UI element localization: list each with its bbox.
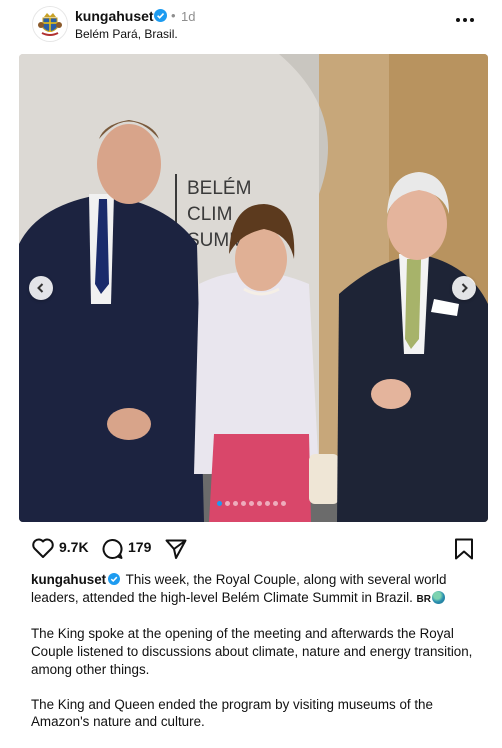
carousel-dot xyxy=(240,501,246,506)
carousel-dot xyxy=(216,501,222,506)
globe-emoji-icon xyxy=(432,590,445,604)
chevron-right-icon xyxy=(461,283,468,293)
post-location[interactable]: Belém Pará, Brasil. xyxy=(75,27,178,41)
flag-emoji-text: BR xyxy=(416,593,431,605)
caption-paragraph-2: The King spoke at the opening of the mee… xyxy=(31,626,473,677)
save-bookmark-icon[interactable] xyxy=(453,537,475,561)
more-options-icon[interactable] xyxy=(455,15,475,25)
carousel-dot xyxy=(224,501,230,506)
backdrop-text: BELÉM xyxy=(187,178,251,199)
royal-crest-icon xyxy=(33,7,67,41)
chevron-left-icon xyxy=(37,283,44,293)
post-image[interactable]: BELÉM CLIM SUMM xyxy=(19,54,488,522)
separator-dot: • xyxy=(171,8,176,23)
carousel-dot xyxy=(264,501,270,506)
caption-username[interactable]: kungahuset xyxy=(31,572,106,587)
verified-badge-icon xyxy=(108,573,121,585)
verified-badge-icon xyxy=(154,9,167,22)
carousel-dot xyxy=(280,501,286,506)
post-actions: 9.7K 179 xyxy=(0,530,502,564)
like-heart-icon[interactable] xyxy=(31,537,55,559)
profile-avatar[interactable] xyxy=(32,6,68,42)
photo-illustration: BELÉM CLIM SUMM xyxy=(19,54,488,522)
like-count[interactable]: 9.7K xyxy=(59,539,89,555)
comment-bubble-icon[interactable] xyxy=(100,537,124,561)
carousel-dot xyxy=(248,501,254,506)
share-paper-plane-icon[interactable] xyxy=(164,537,188,561)
carousel-indicator xyxy=(0,495,502,515)
caption-paragraph-3: The King and Queen ended the program by … xyxy=(31,696,433,730)
comment-count[interactable]: 179 xyxy=(128,539,151,555)
carousel-next-button[interactable] xyxy=(452,276,476,300)
carousel-dot xyxy=(272,501,278,506)
caption-paragraph-1: kungahuset This week, the Royal Couple, … xyxy=(31,571,481,608)
carousel-dot xyxy=(232,501,238,506)
post-timestamp[interactable]: 1d xyxy=(181,9,195,24)
post-caption: kungahuset This week, the Royal Couple, … xyxy=(31,571,481,748)
backdrop-text-2: CLIM xyxy=(187,204,232,225)
post-header: kungahuset • 1d Belém Pará, Brasil. xyxy=(0,0,502,54)
carousel-prev-button[interactable] xyxy=(29,276,53,300)
post-username[interactable]: kungahuset xyxy=(75,8,154,24)
carousel-dot xyxy=(256,501,262,506)
